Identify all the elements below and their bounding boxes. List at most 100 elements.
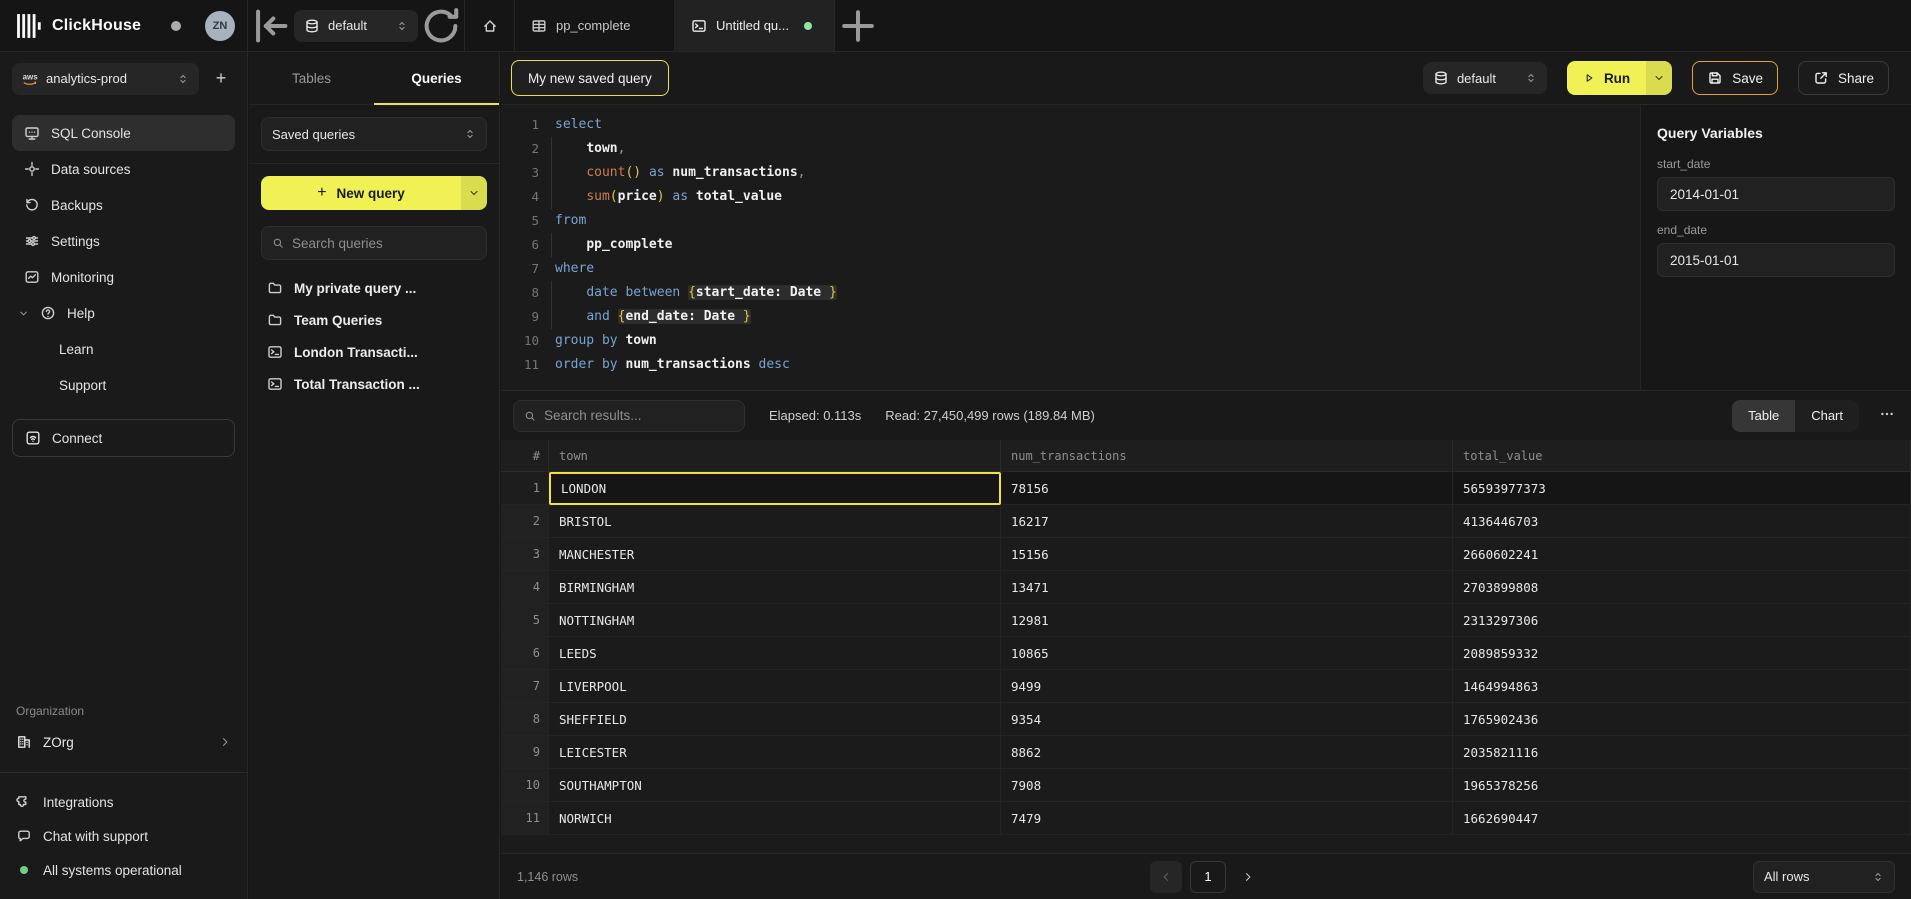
cell-town[interactable]: MANCHESTER bbox=[549, 538, 1001, 571]
home-tab[interactable] bbox=[465, 0, 515, 51]
search-queries-input[interactable] bbox=[292, 236, 476, 251]
sidebar-item-learn[interactable]: Learn bbox=[12, 331, 235, 367]
cell-total-value[interactable]: 4136446703 bbox=[1453, 505, 1911, 538]
new-tab-button[interactable] bbox=[835, 0, 881, 51]
sidebar-item-chat-with-support[interactable]: Chat with support bbox=[0, 819, 247, 853]
saved-query-team-queries[interactable]: Team Queries bbox=[261, 304, 487, 336]
cell-town[interactable]: NOTTINGHAM bbox=[549, 604, 1001, 637]
cell-town[interactable]: SOUTHAMPTON bbox=[549, 769, 1001, 802]
run-database-selector[interactable]: default bbox=[1423, 62, 1547, 94]
code-line[interactable]: 6 pp_complete bbox=[501, 233, 1640, 257]
cell-num-transactions[interactable]: 10865 bbox=[1001, 637, 1453, 670]
sidebar-item-integrations[interactable]: Integrations bbox=[0, 785, 247, 819]
page-number-input[interactable]: 1 bbox=[1190, 861, 1226, 893]
column-header-town[interactable]: town bbox=[549, 440, 1001, 472]
more-options-button[interactable] bbox=[1875, 404, 1899, 428]
cell-num-transactions[interactable]: 9354 bbox=[1001, 703, 1453, 736]
next-page-button[interactable] bbox=[1234, 861, 1262, 893]
previous-page-button[interactable] bbox=[1150, 861, 1182, 893]
cell-total-value[interactable]: 1464994863 bbox=[1453, 670, 1911, 703]
cell-town[interactable]: NORWICH bbox=[549, 802, 1001, 835]
cell-town[interactable]: BRISTOL bbox=[549, 505, 1001, 538]
workspace-selector[interactable]: aws analytics-prod bbox=[12, 63, 199, 95]
variable-input-start-date[interactable] bbox=[1657, 177, 1895, 211]
code-line[interactable]: 5from bbox=[501, 209, 1640, 233]
connect-button[interactable]: Connect bbox=[12, 419, 235, 457]
code-line[interactable]: 2 town, bbox=[501, 137, 1640, 161]
run-options-dropdown[interactable] bbox=[1646, 61, 1672, 95]
cell-total-value[interactable]: 56593977373 bbox=[1453, 472, 1911, 505]
avatar[interactable]: ZN bbox=[205, 11, 235, 41]
saved-queries-filter[interactable]: Saved queries bbox=[261, 117, 487, 151]
new-query-main[interactable]: + New query bbox=[261, 176, 461, 210]
view-tab-chart[interactable]: Chart bbox=[1795, 400, 1859, 432]
cell-town[interactable]: BIRMINGHAM bbox=[549, 571, 1001, 604]
view-tab-table[interactable]: Table bbox=[1732, 400, 1795, 432]
code-line[interactable]: 3 count() as num_transactions, bbox=[501, 161, 1640, 185]
cell-total-value[interactable]: 1965378256 bbox=[1453, 769, 1911, 802]
variable-input-end-date[interactable] bbox=[1657, 243, 1895, 277]
cell-town[interactable]: LIVERPOOL bbox=[549, 670, 1001, 703]
database-selector[interactable]: default bbox=[294, 10, 418, 42]
saved-query-total-transaction[interactable]: Total Transaction ... bbox=[261, 368, 487, 400]
sidebar-item-support[interactable]: Support bbox=[12, 367, 235, 403]
saved-query-my-private-query[interactable]: My private query ... bbox=[261, 272, 487, 304]
column-header-total-value[interactable]: total_value bbox=[1453, 440, 1911, 472]
cell-total-value[interactable]: 1765902436 bbox=[1453, 703, 1911, 736]
cell-num-transactions[interactable]: 15156 bbox=[1001, 538, 1453, 571]
cell-total-value[interactable]: 2660602241 bbox=[1453, 538, 1911, 571]
new-query-dropdown[interactable] bbox=[461, 176, 487, 210]
cell-total-value[interactable]: 2035821116 bbox=[1453, 736, 1911, 769]
cell-num-transactions[interactable]: 12981 bbox=[1001, 604, 1453, 637]
column-header-num-transactions[interactable]: num_transactions bbox=[1001, 440, 1453, 472]
cell-num-transactions[interactable]: 16217 bbox=[1001, 505, 1453, 538]
tab-queries[interactable]: Queries bbox=[374, 52, 499, 104]
cell-num-transactions[interactable]: 8862 bbox=[1001, 736, 1453, 769]
cell-town[interactable]: LEEDS bbox=[549, 637, 1001, 670]
code-line[interactable]: 7where bbox=[501, 257, 1640, 281]
page-size-selector[interactable]: All rows bbox=[1753, 861, 1895, 893]
column-header-index[interactable]: # bbox=[501, 440, 549, 472]
sidebar-item-monitoring[interactable]: Monitoring bbox=[12, 259, 235, 295]
cell-total-value[interactable]: 2313297306 bbox=[1453, 604, 1911, 637]
cell-town[interactable]: LONDON bbox=[549, 472, 1001, 505]
cell-total-value[interactable]: 1662690447 bbox=[1453, 802, 1911, 835]
code-line[interactable]: 10group by town bbox=[501, 329, 1640, 353]
run-button[interactable]: Run bbox=[1567, 61, 1672, 95]
code-line[interactable]: 9 and {end_date: Date } bbox=[501, 305, 1640, 329]
saved-query-london-transacti[interactable]: London Transacti... bbox=[261, 336, 487, 368]
sidebar-item-help[interactable]: Help bbox=[12, 295, 235, 331]
code-line[interactable]: 11order by num_transactions desc bbox=[501, 353, 1640, 377]
cell-num-transactions[interactable]: 7479 bbox=[1001, 802, 1453, 835]
code-line[interactable]: 1select bbox=[501, 113, 1640, 137]
sidebar-item-settings[interactable]: Settings bbox=[12, 223, 235, 259]
refresh-button[interactable] bbox=[418, 0, 464, 51]
cell-total-value[interactable]: 2703899808 bbox=[1453, 571, 1911, 604]
sidebar-item-sql-console[interactable]: SQL Console bbox=[12, 115, 235, 151]
sidebar-item-all-systems-operational[interactable]: All systems operational bbox=[0, 853, 247, 887]
cell-num-transactions[interactable]: 9499 bbox=[1001, 670, 1453, 703]
organization-switcher[interactable]: ZOrg bbox=[0, 724, 247, 760]
cell-num-transactions[interactable]: 78156 bbox=[1001, 472, 1453, 505]
search-results-input[interactable] bbox=[544, 408, 734, 423]
cell-town[interactable]: LEICESTER bbox=[549, 736, 1001, 769]
sidebar-item-data-sources[interactable]: Data sources bbox=[12, 151, 235, 187]
cell-num-transactions[interactable]: 13471 bbox=[1001, 571, 1453, 604]
code-line[interactable]: 4 sum(price) as total_value bbox=[501, 185, 1640, 209]
cell-town[interactable]: SHEFFIELD bbox=[549, 703, 1001, 736]
tab-untitled-qu[interactable]: Untitled qu... bbox=[675, 0, 835, 51]
sql-editor[interactable]: 1select2 town,3 count() as num_transacti… bbox=[501, 105, 1640, 390]
sidebar-item-backups[interactable]: Backups bbox=[12, 187, 235, 223]
add-service-button[interactable]: + bbox=[209, 67, 233, 91]
saved-query-tab[interactable]: My new saved query bbox=[511, 60, 669, 96]
tab-pp-complete[interactable]: pp_complete bbox=[515, 0, 675, 51]
code-line[interactable]: 8 date between {start_date: Date } bbox=[501, 281, 1640, 305]
cell-num-transactions[interactable]: 7908 bbox=[1001, 769, 1453, 802]
new-query-button[interactable]: + New query bbox=[261, 176, 487, 210]
tab-tables[interactable]: Tables bbox=[249, 52, 374, 104]
run-button-main[interactable]: Run bbox=[1567, 61, 1646, 95]
share-button[interactable]: Share bbox=[1798, 61, 1889, 95]
save-button[interactable]: Save bbox=[1692, 61, 1778, 95]
cell-total-value[interactable]: 2089859332 bbox=[1453, 637, 1911, 670]
collapse-sidebar-button[interactable] bbox=[248, 0, 294, 51]
